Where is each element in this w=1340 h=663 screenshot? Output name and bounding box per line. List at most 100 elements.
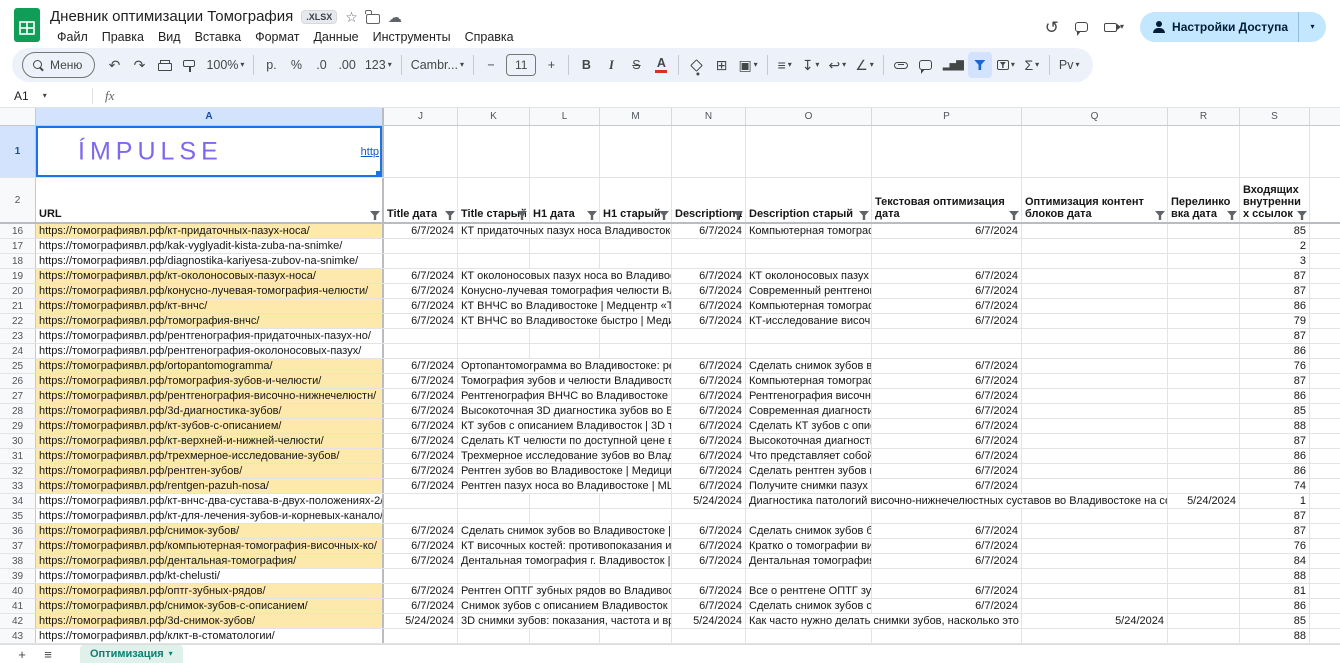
cell[interactable]: [1240, 126, 1310, 177]
cell[interactable]: [1022, 584, 1168, 598]
url-cell[interactable]: https://томографиявл.рф/3d-снимок-зубов/: [36, 614, 384, 628]
cell[interactable]: [672, 239, 746, 253]
cell[interactable]: [1310, 374, 1340, 388]
cell[interactable]: 86: [1240, 599, 1310, 613]
cell[interactable]: [672, 329, 746, 343]
cell[interactable]: [672, 344, 746, 358]
cell[interactable]: 6/7/2024: [384, 554, 458, 568]
share-dropdown[interactable]: ▾: [1298, 12, 1326, 42]
row-header-26[interactable]: 26: [0, 374, 36, 388]
comments-icon[interactable]: [1075, 22, 1088, 32]
cell-a1[interactable]: ÍMPULSEhttp: [36, 126, 384, 177]
url-cell[interactable]: https://томографиявл.рф/рентгенография-п…: [36, 329, 384, 343]
url-cell[interactable]: https://томографиявл.рф/кт-внчс-два-суст…: [36, 494, 384, 508]
cell[interactable]: 3D снимки зубов: показания, частота и вр…: [458, 614, 672, 628]
row-header-33[interactable]: 33: [0, 479, 36, 493]
column-header-R[interactable]: R: [1168, 108, 1240, 125]
column-header-Q[interactable]: Q: [1022, 108, 1168, 125]
pv-extension-button[interactable]: Pv▾: [1055, 52, 1084, 78]
cell[interactable]: 86: [1240, 344, 1310, 358]
cell[interactable]: [1168, 509, 1240, 523]
column-header-L[interactable]: L: [530, 108, 600, 125]
cell[interactable]: КТ височных костей: противопоказания и п…: [458, 539, 672, 553]
cell[interactable]: [1168, 359, 1240, 373]
cell[interactable]: 6/7/2024: [672, 539, 746, 553]
decrease-decimal-button[interactable]: .0: [309, 52, 333, 78]
cell[interactable]: 6/7/2024: [872, 314, 1022, 328]
cell[interactable]: 6/7/2024: [872, 434, 1022, 448]
cell[interactable]: Рентген зубов во Владивостоке | Медицинс…: [458, 464, 672, 478]
cell[interactable]: Рентгенография ВНЧС во Владивостоке | МЦ: [458, 389, 672, 403]
cell[interactable]: [458, 569, 530, 583]
cell[interactable]: [1310, 539, 1340, 553]
cell[interactable]: [746, 344, 872, 358]
cell[interactable]: 81: [1240, 584, 1310, 598]
cell[interactable]: [1022, 224, 1168, 238]
cell[interactable]: [1022, 344, 1168, 358]
row-header-17[interactable]: 17: [0, 239, 36, 253]
cell[interactable]: [530, 329, 600, 343]
cell[interactable]: [1168, 584, 1240, 598]
cell[interactable]: 6/7/2024: [384, 389, 458, 403]
cell[interactable]: 6/7/2024: [672, 314, 746, 328]
paint-format-button[interactable]: [177, 52, 201, 78]
cell[interactable]: [458, 329, 530, 343]
formula-input[interactable]: [126, 84, 1340, 107]
column-header-K[interactable]: K: [458, 108, 530, 125]
vertical-align-button[interactable]: ↧▾: [798, 52, 824, 78]
row-header-18[interactable]: 18: [0, 254, 36, 268]
cell[interactable]: 6/7/2024: [672, 464, 746, 478]
cell[interactable]: 6/7/2024: [384, 374, 458, 388]
cell[interactable]: Компьютерная томография зубов и челюсти …: [746, 374, 872, 388]
cell[interactable]: [530, 509, 600, 523]
cell[interactable]: КТ-исследование височно-нижнечелюстного …: [746, 314, 872, 328]
row-header-23[interactable]: 23: [0, 329, 36, 343]
cell[interactable]: [530, 629, 600, 643]
cell[interactable]: [1310, 584, 1340, 598]
url-cell[interactable]: https://томографиявл.рф/снимок-зубов/: [36, 524, 384, 538]
cell[interactable]: [1310, 178, 1340, 222]
cell[interactable]: [1022, 464, 1168, 478]
cell[interactable]: КТ ВНЧС во Владивостоке | Медцентр «Томо…: [458, 299, 672, 313]
cell[interactable]: [600, 509, 672, 523]
cell[interactable]: 6/7/2024: [672, 224, 746, 238]
cell[interactable]: 6/7/2024: [872, 539, 1022, 553]
cell[interactable]: Сделать КТ челюсти по доступной цене во …: [458, 434, 672, 448]
cell[interactable]: 87: [1240, 269, 1310, 283]
row-header-21[interactable]: 21: [0, 299, 36, 313]
cell[interactable]: 88: [1240, 419, 1310, 433]
cell[interactable]: Сделать снимок зубов во Владивостоке без…: [746, 359, 872, 373]
cell[interactable]: [458, 494, 530, 508]
cell[interactable]: [1022, 269, 1168, 283]
cell[interactable]: [1022, 314, 1168, 328]
row-header-25[interactable]: 25: [0, 359, 36, 373]
cell[interactable]: 6/7/2024: [672, 449, 746, 463]
cell[interactable]: [458, 509, 530, 523]
cell[interactable]: 6/7/2024: [672, 269, 746, 283]
cell[interactable]: 6/7/2024: [872, 479, 1022, 493]
url-cell[interactable]: https://томографиявл.рф/3d-диагностика-з…: [36, 404, 384, 418]
cell[interactable]: КТ придаточных пазух носа Владивостоке |…: [458, 224, 672, 238]
cell[interactable]: 6/7/2024: [384, 359, 458, 373]
cell[interactable]: 6/7/2024: [384, 479, 458, 493]
cell[interactable]: 6/7/2024: [872, 224, 1022, 238]
cell[interactable]: [1310, 359, 1340, 373]
font-family-dropdown[interactable]: Cambr...▾: [407, 52, 468, 78]
url-cell[interactable]: https://томографиявл.рф/компьютерная-том…: [36, 539, 384, 553]
cell[interactable]: Дентальная томография г. Владивосток | 3…: [458, 554, 672, 568]
cell[interactable]: Диагностика патологий височно-нижнечелюс…: [746, 494, 1168, 508]
cell[interactable]: Дентальная томография при планировании и…: [746, 554, 872, 568]
cell[interactable]: 6/7/2024: [672, 479, 746, 493]
cell[interactable]: [600, 344, 672, 358]
url-cell[interactable]: https://томографиявл.рф/оптг-зубных-рядо…: [36, 584, 384, 598]
cell[interactable]: [1310, 509, 1340, 523]
url-cell[interactable]: https://томографиявл.рф/рентгенография-в…: [36, 389, 384, 403]
cell[interactable]: 6/7/2024: [672, 299, 746, 313]
increase-font-size-button[interactable]: +: [539, 52, 563, 78]
cell[interactable]: 6/7/2024: [384, 449, 458, 463]
cell[interactable]: 86: [1240, 389, 1310, 403]
cell[interactable]: [600, 494, 672, 508]
cell[interactable]: [1168, 554, 1240, 568]
url-cell[interactable]: https://томографиявл.рф/кт-придаточных-п…: [36, 224, 384, 238]
cell[interactable]: [1168, 464, 1240, 478]
